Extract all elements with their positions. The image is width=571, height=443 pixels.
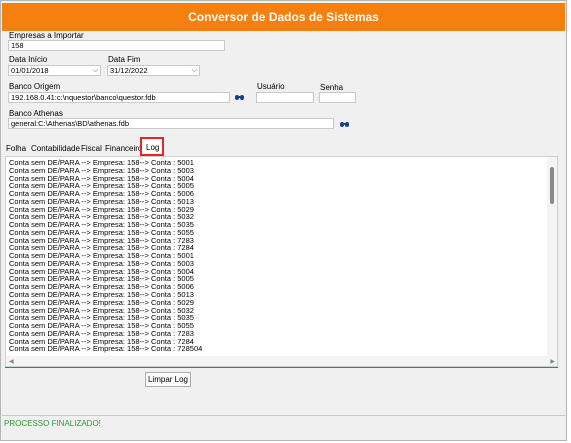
banco-athenas-input[interactable]: general:C:\Athenas\BD\athenas.fdb [8, 118, 334, 129]
data-inicio-value: 01/01/2018 [11, 66, 49, 75]
limpar-log-button[interactable]: Limpar Log [145, 372, 191, 387]
empresas-input[interactable]: 158 [8, 40, 225, 51]
empresas-label: Empresas a Importar [9, 31, 84, 40]
binoculars-icon[interactable] [340, 121, 349, 128]
data-inicio-label: Data Início [9, 55, 48, 64]
tab-financeiro[interactable]: Financeiro [105, 144, 142, 153]
app-window: Conversor de Dados de Sistemas Empresas … [0, 0, 567, 441]
log-lines: Conta sem DE/PARA --> Empresa: 158--> Co… [9, 159, 549, 353]
status-text: PROCESSO FINALIZADO! [4, 419, 101, 428]
scrollbar-thumb[interactable] [550, 167, 554, 204]
chevron-down-icon[interactable]: ⌵ [192, 66, 197, 75]
divider [5, 367, 558, 368]
senha-label: Senha [320, 83, 344, 92]
data-fim-value: 31/12/2022 [110, 66, 148, 75]
banco-athenas-label: Banco Athenas [9, 109, 63, 118]
usuario-label: Usuário [257, 82, 285, 91]
usuario-input[interactable] [256, 92, 314, 103]
log-textarea[interactable]: Conta sem DE/PARA --> Empresa: 158--> Co… [5, 156, 558, 367]
chevron-down-icon[interactable]: ⌵ [93, 66, 98, 75]
senha-input[interactable] [319, 92, 356, 103]
horizontal-scrollbar[interactable]: ◀ ▶ [6, 356, 557, 366]
data-inicio-picker[interactable]: 01/01/2018 ⌵ [8, 65, 101, 76]
banco-origem-label: Banco Origem [9, 82, 61, 91]
binoculars-icon[interactable] [235, 94, 244, 101]
tab-fiscal[interactable]: Fiscal [81, 144, 102, 153]
tab-folha[interactable]: Folha [6, 144, 26, 153]
vertical-scrollbar[interactable] [547, 157, 557, 357]
data-fim-picker[interactable]: 31/12/2022 ⌵ [107, 65, 200, 76]
tab-contabilidade[interactable]: Contabilidade [31, 144, 80, 153]
tab-log-label: Log [146, 143, 160, 152]
scroll-left-icon[interactable]: ◀ [9, 358, 14, 365]
log-line: Conta sem DE/PARA --> Empresa: 158--> Co… [9, 344, 203, 354]
data-fim-label: Data Fim [108, 55, 141, 64]
app-title: Conversor de Dados de Sistemas [2, 3, 565, 31]
status-divider [2, 415, 565, 416]
scroll-right-icon[interactable]: ▶ [550, 358, 555, 365]
tab-log[interactable]: Log [140, 137, 164, 156]
banco-origem-input[interactable]: 192.168.0.41:c:\nquestor\banco\questor.f… [8, 92, 230, 103]
